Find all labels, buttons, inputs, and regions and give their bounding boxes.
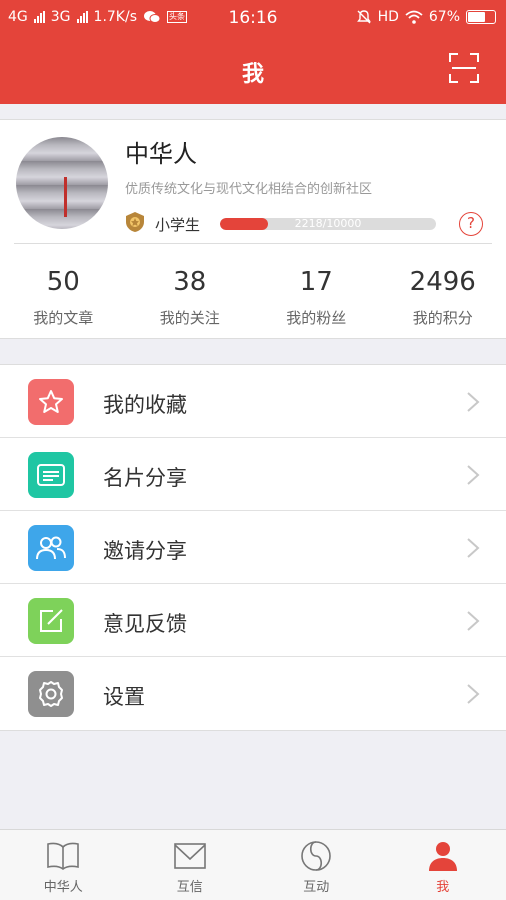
tab-home[interactable]: 中华人: [0, 830, 127, 900]
wifi-icon: [405, 10, 423, 24]
battery-percent: 67%: [428, 9, 460, 25]
stats-row: 50 我的文章 38 我的关注 17 我的粉丝 2496 我的积分: [0, 244, 506, 339]
chevron-right-icon: [467, 611, 480, 631]
menu-icon-bg: [28, 452, 74, 498]
avatar[interactable]: [16, 137, 108, 229]
level-progress-text: 2218/10000: [294, 217, 362, 230]
menu-icon-bg: [28, 671, 74, 717]
person-icon: [428, 842, 457, 871]
book-icon: [47, 842, 80, 870]
battery-icon: [466, 10, 496, 24]
battery-level: [468, 12, 485, 22]
mute-bell-icon: [356, 10, 371, 24]
hd-label: HD: [377, 9, 399, 25]
scan-icon[interactable]: [448, 52, 480, 84]
menu-item-favorites[interactable]: 我的收藏: [0, 365, 506, 438]
tab-interaction[interactable]: 互动: [253, 830, 380, 900]
stat-articles[interactable]: 50 我的文章: [0, 244, 127, 339]
tab-label: 中华人: [43, 880, 83, 895]
card-icon: [37, 464, 65, 486]
stat-value: 50: [46, 267, 80, 297]
menu-list: 我的收藏 名片分享 邀请分享 意见反馈 设置: [0, 364, 506, 731]
menu-icon-bg: [28, 525, 74, 571]
users-icon: [36, 536, 66, 560]
stat-value: 2496: [409, 267, 476, 297]
menu-label: 我的收藏: [103, 393, 187, 417]
stat-value: 17: [299, 267, 333, 297]
menu-label: 意见反馈: [103, 612, 187, 636]
edit-icon: [40, 609, 63, 632]
menu-item-card-share[interactable]: 名片分享: [0, 438, 506, 511]
menu-icon-bg: [28, 379, 74, 425]
gear-icon: [39, 681, 63, 707]
status-bar: 4G 3G 1.7K/s 头条 16:16 HD 67%: [0, 0, 506, 36]
stat-label: 我的粉丝: [286, 309, 347, 327]
help-icon[interactable]: ?: [459, 212, 483, 236]
stat-label: 我的文章: [33, 309, 94, 327]
menu-label: 设置: [103, 685, 145, 709]
mail-icon: [173, 843, 206, 869]
chevron-right-icon: [467, 538, 480, 558]
nav-bar: 我: [0, 36, 506, 104]
tab-label: 互信: [176, 880, 203, 895]
level-name: 小学生: [155, 216, 201, 234]
tab-me[interactable]: 我: [380, 830, 506, 900]
chevron-right-icon: [467, 392, 480, 412]
menu-item-invite-share[interactable]: 邀请分享: [0, 511, 506, 584]
page-title: 我: [241, 62, 264, 87]
stat-label: 我的积分: [412, 309, 473, 327]
stat-value: 38: [173, 267, 207, 297]
level-badge-icon: [126, 212, 144, 232]
menu-item-feedback[interactable]: 意见反馈: [0, 584, 506, 657]
chevron-right-icon: [467, 465, 480, 485]
tab-messages[interactable]: 互信: [127, 830, 254, 900]
stat-label: 我的关注: [159, 309, 220, 327]
stat-points[interactable]: 2496 我的积分: [380, 244, 506, 339]
menu-icon-bg: [28, 598, 74, 644]
tab-label: 互动: [303, 880, 330, 895]
menu-item-settings[interactable]: 设置: [0, 657, 506, 730]
status-right: HD 67%: [356, 9, 496, 25]
stat-followers[interactable]: 17 我的粉丝: [253, 244, 380, 339]
tab-label: 我: [436, 880, 450, 895]
user-slogan: 优质传统文化与现代文化相结合的创新社区: [125, 182, 373, 197]
menu-label: 邀请分享: [103, 539, 187, 563]
stat-following[interactable]: 38 我的关注: [127, 244, 254, 339]
menu-label: 名片分享: [103, 466, 187, 490]
chevron-right-icon: [467, 684, 480, 704]
user-name: 中华人: [125, 140, 197, 168]
yinyang-icon: [301, 841, 332, 871]
bottom-tab-bar: 中华人 互信 互动 我: [0, 829, 506, 900]
star-icon: [39, 390, 63, 413]
profile-card: 中华人 优质传统文化与现代文化相结合的创新社区 小学生 2218/10000 ?…: [0, 119, 506, 339]
